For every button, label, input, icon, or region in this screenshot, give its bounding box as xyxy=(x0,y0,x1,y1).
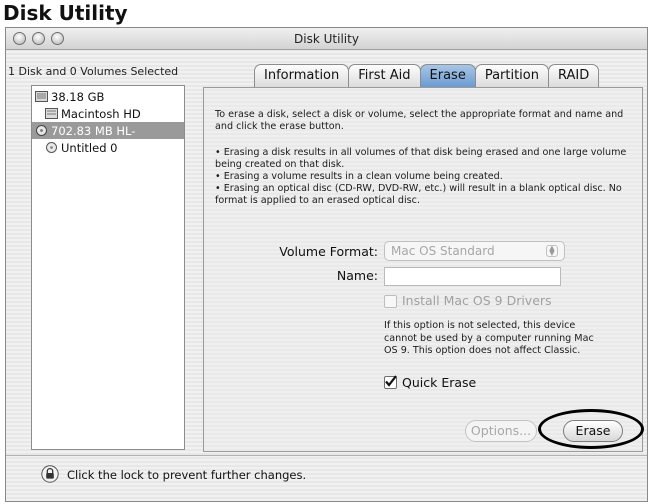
quick-erase-label: Quick Erase xyxy=(402,375,477,390)
options-button[interactable]: Options... xyxy=(465,420,537,442)
install-os9-drivers-checkbox[interactable] xyxy=(384,295,397,308)
erase-bullet: • Erasing a volume results in a clean vo… xyxy=(215,171,503,182)
volume-icon xyxy=(45,108,58,119)
tab-partition[interactable]: Partition xyxy=(474,64,549,88)
erase-instructions: To erase a disk, select a disk or volume… xyxy=(215,109,624,132)
quick-erase-checkbox[interactable] xyxy=(384,375,397,389)
popup-arrows-icon: ▲ ▼ xyxy=(546,245,558,257)
footer-divider xyxy=(6,455,647,456)
disk-item-label: 702.83 MB HL- xyxy=(51,123,136,138)
hard-disk-icon xyxy=(35,91,48,102)
optical-disc-icon xyxy=(36,125,47,136)
erase-bullet: • Erasing a disk results in all volumes … xyxy=(215,147,627,170)
disk-item-optical[interactable]: 702.83 MB HL- xyxy=(32,122,184,139)
page-heading: Disk Utility xyxy=(3,1,128,25)
volume-item-label: Macintosh HD xyxy=(61,106,141,121)
erase-button-highlight xyxy=(538,409,644,449)
volume-item-untitled[interactable]: Untitled 0 xyxy=(32,139,184,156)
volume-format-label: Volume Format: xyxy=(279,244,378,259)
checkmark-icon xyxy=(385,375,397,387)
tab-information[interactable]: Information xyxy=(254,64,350,88)
erase-bullet: • Erasing an optical disc (CD-RW, DVD-RW… xyxy=(215,183,622,206)
lock-icon[interactable] xyxy=(41,465,59,483)
disk-item-label: 38.18 GB xyxy=(51,89,105,104)
os9-drivers-note: If this option is not selected, this dev… xyxy=(384,320,594,356)
tab-first-aid[interactable]: First Aid xyxy=(348,64,421,88)
tab-bar: Information First Aid Erase Partition RA… xyxy=(254,64,600,88)
tab-raid[interactable]: RAID xyxy=(548,64,600,88)
optical-volume-icon xyxy=(46,142,57,153)
disk-item-38gb[interactable]: 38.18 GB xyxy=(32,88,184,105)
volume-item-macintosh-hd[interactable]: Macintosh HD xyxy=(32,105,184,122)
install-os9-drivers-label: Install Mac OS 9 Drivers xyxy=(402,293,552,308)
lock-message: Click the lock to prevent further change… xyxy=(67,468,307,482)
window-title: Disk Utility xyxy=(294,32,359,46)
name-label: Name: xyxy=(336,268,378,283)
volume-format-value: Mac OS Standard xyxy=(391,244,495,258)
selection-summary: 1 Disk and 0 Volumes Selected xyxy=(8,65,179,78)
volume-item-label: Untitled 0 xyxy=(61,140,118,155)
tab-erase[interactable]: Erase xyxy=(419,64,476,88)
disk-list[interactable]: 38.18 GB Macintosh HD 702.83 MB HL- Unti… xyxy=(31,85,185,450)
volume-format-select[interactable]: Mac OS Standard ▲ ▼ xyxy=(384,241,565,261)
window-titlebar: Disk Utility xyxy=(6,28,647,50)
name-field[interactable] xyxy=(384,267,561,286)
